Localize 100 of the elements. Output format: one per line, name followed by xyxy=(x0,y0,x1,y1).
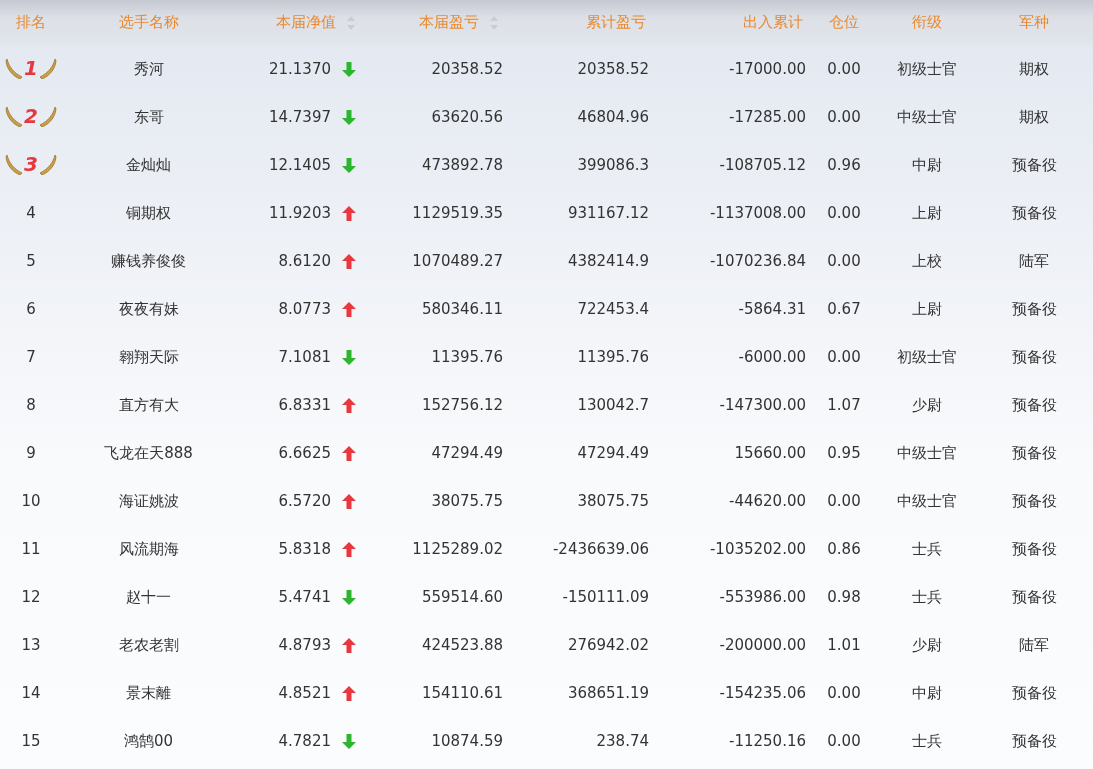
period-profit: 580346.11 xyxy=(421,300,503,318)
net-value: 8.6120 xyxy=(278,252,331,270)
cumulative-flow: -200000.00 xyxy=(719,636,806,654)
rank-number: 8 xyxy=(26,396,36,414)
net-value: 4.7821 xyxy=(278,732,331,750)
player-name: 东哥 xyxy=(133,107,164,126)
column-header: 出入累计 xyxy=(743,13,803,32)
wing-icon xyxy=(5,56,24,79)
period-profit: 152756.12 xyxy=(421,396,503,414)
net-value: 14.7397 xyxy=(268,108,331,126)
column-header[interactable]: 本届净值 xyxy=(276,13,336,32)
rank-title: 中尉 xyxy=(912,683,942,702)
player-name: 景末離 xyxy=(126,683,171,702)
period-profit: 154110.61 xyxy=(421,684,503,702)
net-value: 4.8521 xyxy=(278,684,331,702)
rank-title: 少尉 xyxy=(912,635,942,654)
wing-icon xyxy=(5,104,24,127)
service-branch: 预备役 xyxy=(1011,299,1057,318)
rank-number: 15 xyxy=(21,732,41,750)
cumulative-flow: 15660.00 xyxy=(734,444,806,462)
player-name: 风流期海 xyxy=(118,539,179,558)
rank-number: 12 xyxy=(21,588,41,606)
cumulative-flow: -5864.31 xyxy=(738,300,806,318)
player-name: 老农老割 xyxy=(118,635,179,654)
period-profit: 559514.60 xyxy=(421,588,503,606)
position-ratio: 0.00 xyxy=(827,252,861,270)
cumulative-profit: -150111.09 xyxy=(562,588,649,606)
service-branch: 预备役 xyxy=(1011,443,1057,462)
rank-title: 上尉 xyxy=(912,203,942,222)
service-branch: 期权 xyxy=(1019,59,1049,78)
rank-number: 7 xyxy=(26,348,36,366)
period-profit: 10874.59 xyxy=(431,732,503,750)
period-profit: 47294.49 xyxy=(431,444,503,462)
position-ratio: 0.00 xyxy=(827,492,861,510)
player-name: 赵十一 xyxy=(126,587,171,606)
column-header: 衔级 xyxy=(912,13,942,32)
period-profit: 63620.56 xyxy=(431,108,503,126)
cumulative-flow: -154235.06 xyxy=(719,684,806,702)
column-header: 军种 xyxy=(1019,13,1049,32)
sort-icon[interactable] xyxy=(489,14,499,31)
column-header: 选手名称 xyxy=(118,13,179,32)
service-branch: 陆军 xyxy=(1019,635,1049,654)
rank-number: 10 xyxy=(21,492,41,510)
position-ratio: 0.86 xyxy=(827,540,861,558)
position-ratio: 0.00 xyxy=(827,348,861,366)
rank-number: 11 xyxy=(21,540,41,558)
rank-title: 初级士官 xyxy=(897,59,957,78)
cumulative-profit: 368651.19 xyxy=(567,684,649,702)
player-name: 鸿鹄00 xyxy=(123,731,174,750)
service-branch: 预备役 xyxy=(1011,347,1057,366)
cumulative-flow: -1035202.00 xyxy=(709,540,806,558)
net-value: 6.6625 xyxy=(278,444,331,462)
cumulative-flow: -147300.00 xyxy=(719,396,806,414)
position-ratio: 0.95 xyxy=(827,444,861,462)
net-value: 7.1081 xyxy=(278,348,331,366)
player-name: 赚钱养俊俊 xyxy=(111,251,186,270)
rank-number: 14 xyxy=(21,684,41,702)
position-ratio: 1.07 xyxy=(827,396,861,414)
position-ratio: 0.00 xyxy=(827,732,861,750)
rank-number: 1 xyxy=(24,55,38,80)
player-name: 金灿灿 xyxy=(126,155,171,174)
rank-title: 初级士官 xyxy=(897,347,957,366)
cumulative-profit: 11395.76 xyxy=(577,348,649,366)
period-profit: 473892.78 xyxy=(421,156,503,174)
player-name: 飞龙在天888 xyxy=(104,443,193,462)
period-profit: 1125289.02 xyxy=(412,540,503,558)
period-profit: 1070489.27 xyxy=(412,252,503,270)
rank-title: 上尉 xyxy=(912,299,942,318)
column-header: 排名 xyxy=(16,13,46,32)
player-name: 直方有大 xyxy=(118,395,179,414)
service-branch: 预备役 xyxy=(1011,731,1057,750)
net-value: 21.1370 xyxy=(268,60,331,78)
wing-icon xyxy=(38,104,57,127)
cumulative-profit: 47294.49 xyxy=(577,444,649,462)
column-header[interactable]: 本届盈亏 xyxy=(419,13,479,32)
net-value: 6.8331 xyxy=(278,396,331,414)
cumulative-profit: 130042.7 xyxy=(577,396,649,414)
player-name: 夜夜有妹 xyxy=(118,299,179,318)
rank-title: 中级士官 xyxy=(897,491,957,510)
service-branch: 预备役 xyxy=(1011,587,1057,606)
service-branch: 预备役 xyxy=(1011,395,1057,414)
period-profit: 11395.76 xyxy=(431,348,503,366)
player-name: 翱翔天际 xyxy=(118,347,179,366)
position-ratio: 0.00 xyxy=(827,204,861,222)
player-name: 铜期权 xyxy=(126,203,171,222)
rank-title: 中级士官 xyxy=(897,443,957,462)
cumulative-flow: -17285.00 xyxy=(729,108,806,126)
rank-title: 士兵 xyxy=(912,539,942,558)
cumulative-profit: 722453.4 xyxy=(577,300,649,318)
position-ratio: 0.00 xyxy=(827,684,861,702)
net-value: 5.8318 xyxy=(278,540,331,558)
cumulative-profit: 931167.12 xyxy=(567,204,649,222)
cumulative-profit: -2436639.06 xyxy=(552,540,649,558)
cumulative-flow: -6000.00 xyxy=(738,348,806,366)
rank-number: 3 xyxy=(24,151,38,176)
cumulative-profit: 276942.02 xyxy=(567,636,649,654)
column-header: 累计盈亏 xyxy=(586,13,646,32)
net-value: 11.9203 xyxy=(268,204,331,222)
sort-icon[interactable] xyxy=(346,14,356,31)
period-profit: 424523.88 xyxy=(421,636,503,654)
